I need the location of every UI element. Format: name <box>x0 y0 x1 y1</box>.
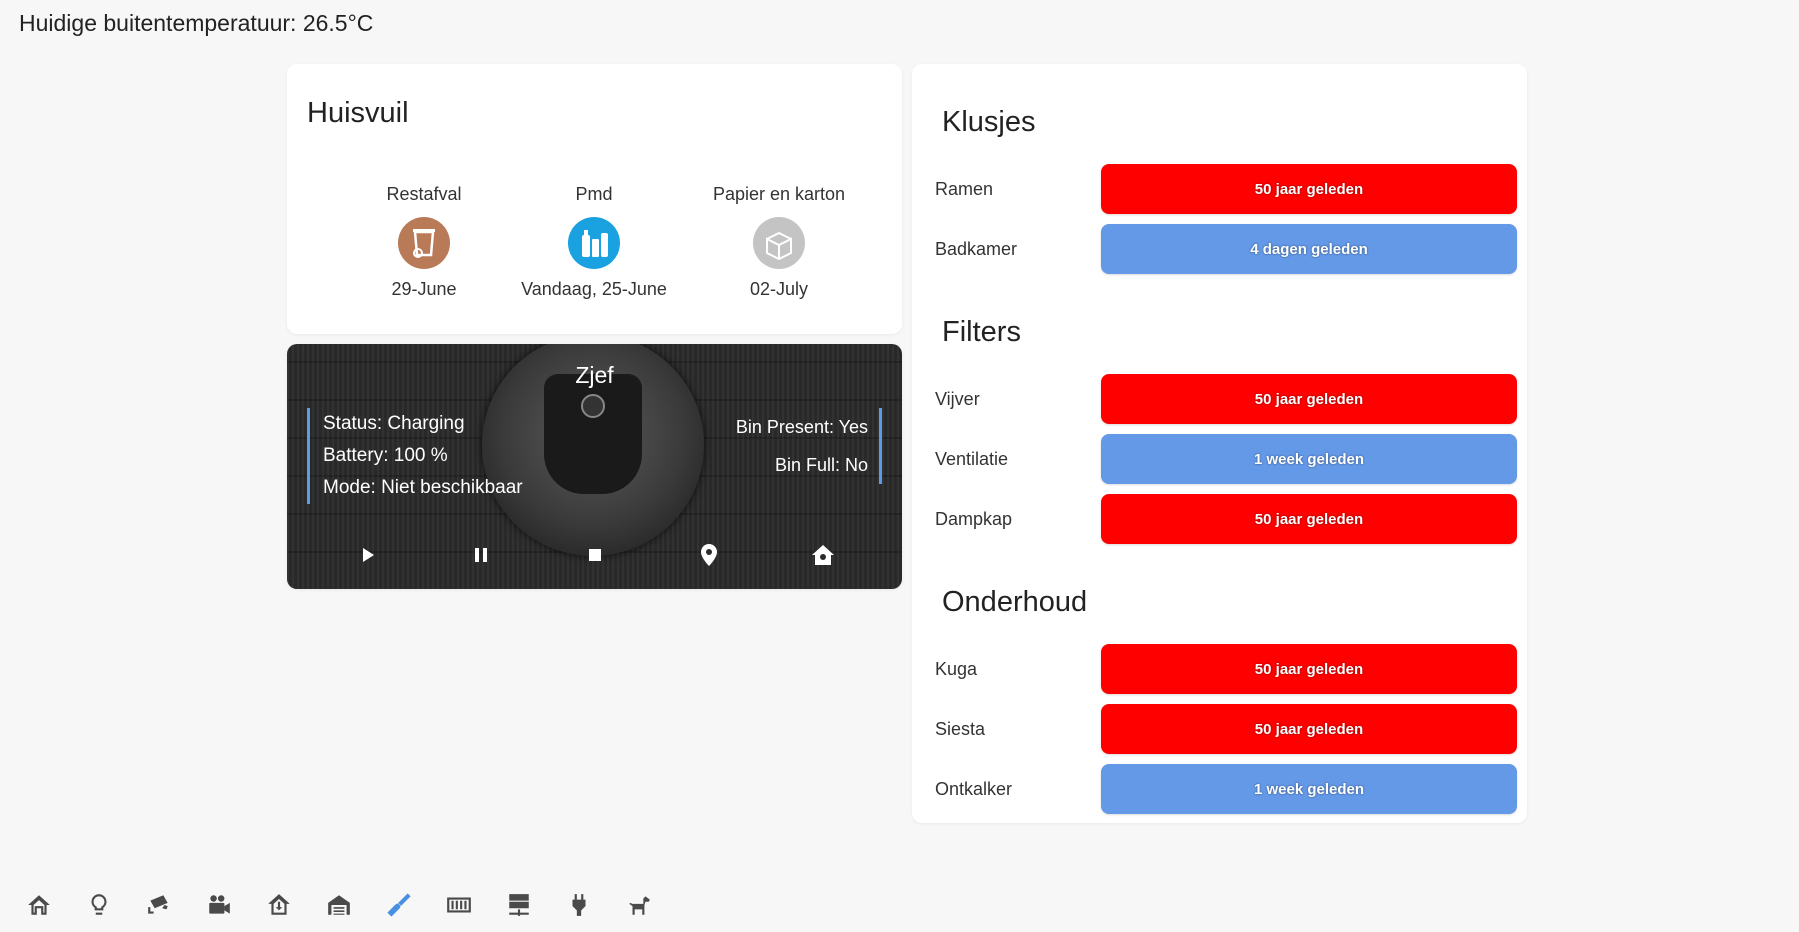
robot-vacuum-card: Zjef Status: Charging Battery: 100 % Mod… <box>287 344 902 589</box>
row-label: Kuga <box>935 659 978 679</box>
row-status-pill[interactable]: 50 jaar geleden <box>1101 164 1517 214</box>
robot-bin-panel: Bin Present: Yes Bin Full: No <box>736 408 882 484</box>
box-icon <box>753 217 805 269</box>
row-label: Ontkalker <box>935 779 1013 799</box>
robot-mode: Mode: Niet beschikbaar <box>323 477 523 498</box>
row-status-pill[interactable]: 50 jaar geleden <box>1101 494 1517 544</box>
row-label: Vijver <box>935 389 980 409</box>
bin-label: Restafval <box>386 184 462 204</box>
robot-battery: Battery: 100 % <box>323 445 448 466</box>
row-status-pill[interactable]: 50 jaar geleden <box>1101 704 1517 754</box>
card-title: Huisvuil <box>307 97 409 129</box>
section-title-onderhoud: Onderhoud <box>942 586 1088 618</box>
bin-label: Pmd <box>575 184 613 204</box>
row-label: Siesta <box>935 719 986 739</box>
outside-temperature: Huidige buitentemperatuur: 26.5°C <box>19 10 374 36</box>
row-label: Ramen <box>935 179 994 199</box>
trash-bin-icon <box>398 217 450 269</box>
broom-icon[interactable] <box>384 890 414 920</box>
bottles-icon <box>568 217 620 269</box>
dog-icon[interactable] <box>624 890 654 920</box>
bin-label: Papier en karton <box>712 184 846 204</box>
locate-icon[interactable] <box>694 540 724 570</box>
row-status-pill[interactable]: 1 week geleden <box>1101 764 1517 814</box>
chores-card: Klusjes Ramen 50 jaar geleden Badkamer 4… <box>912 64 1527 823</box>
server-icon[interactable] <box>504 890 534 920</box>
row-status-pill[interactable]: 50 jaar geleden <box>1101 644 1517 694</box>
lightbulb-icon[interactable] <box>84 890 114 920</box>
waste-collection-card: Huisvuil Restafval 29-June Pmd Vandaag, … <box>287 64 902 334</box>
robot-status-panel: Status: Charging Battery: 100 % Mode: Ni… <box>307 408 523 504</box>
row-label: Badkamer <box>935 239 1018 259</box>
row-status-pill[interactable]: 50 jaar geleden <box>1101 374 1517 424</box>
robot-bin-present: Bin Present: Yes <box>735 417 868 437</box>
row-label: Dampkap <box>935 509 1013 529</box>
row-label: Ventilatie <box>935 449 1009 469</box>
radiator-icon[interactable] <box>444 890 474 920</box>
stop-icon[interactable] <box>580 540 610 570</box>
robot-controls <box>287 540 902 570</box>
pause-icon[interactable] <box>466 540 496 570</box>
section-title-filters: Filters <box>942 316 1021 348</box>
return-home-icon[interactable] <box>808 540 838 570</box>
garage-icon[interactable] <box>324 890 354 920</box>
bin-date: Vandaag, 25-June <box>521 279 667 299</box>
robot-name: Zjef <box>575 362 614 388</box>
cctv-icon[interactable] <box>144 890 174 920</box>
movie-camera-icon[interactable] <box>204 890 234 920</box>
bin-pmd[interactable]: Pmd Vandaag, 25-June <box>504 184 684 300</box>
bin-date: 02-July <box>749 279 809 299</box>
row-status-pill[interactable]: 1 week geleden <box>1101 434 1517 484</box>
home-import-icon[interactable] <box>264 890 294 920</box>
robot-status: Status: Charging <box>323 413 465 434</box>
power-plug-icon[interactable] <box>564 890 594 920</box>
bin-papier[interactable]: Papier en karton 02-July <box>689 184 869 300</box>
robot-bin-full: Bin Full: No <box>774 455 868 475</box>
bin-date: 29-June <box>391 279 457 299</box>
row-status-pill[interactable]: 4 dagen geleden <box>1101 224 1517 274</box>
play-icon[interactable] <box>353 540 383 570</box>
section-title-klusjes: Klusjes <box>942 106 1036 138</box>
bin-restafval[interactable]: Restafval 29-June <box>334 184 514 300</box>
home-icon[interactable] <box>24 890 54 920</box>
